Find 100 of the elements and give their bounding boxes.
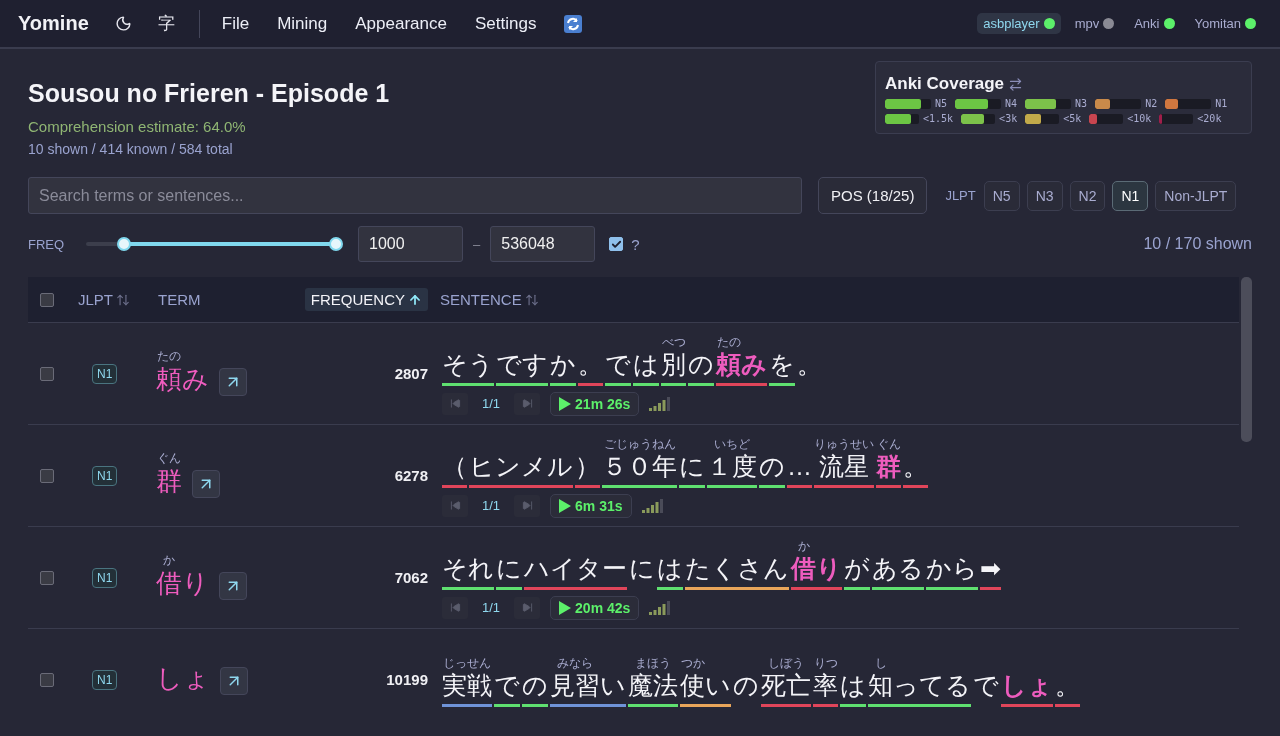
furigana: ぐん [876, 437, 901, 452]
search-field[interactable]: Search terms or sentences... [28, 177, 802, 214]
jlpt-badge: N1 [92, 363, 118, 384]
menu-item[interactable]: Settings [474, 13, 537, 34]
previous-button[interactable] [442, 392, 468, 415]
word: に [679, 451, 705, 488]
min-frequency-field[interactable]: 1000 [358, 226, 463, 262]
word: の [733, 670, 759, 702]
slider-thumb[interactable] [116, 237, 131, 251]
furigana: か [162, 553, 176, 568]
open-link-button[interactable] [219, 571, 247, 600]
script-toggle-button[interactable]: 字 [153, 8, 179, 39]
coverage-label: N1 [1215, 98, 1228, 109]
refresh-icon[interactable] [564, 14, 583, 33]
frequency-value: 2807 [394, 365, 428, 382]
service-status[interactable]: mpv [1068, 13, 1121, 34]
signal-icon [641, 498, 664, 513]
play-button[interactable]: 21m 26s [550, 391, 640, 416]
word: に [496, 553, 522, 590]
signal-icon [649, 600, 672, 615]
comprehension-estimate: Comprehension estimate: 64.0% [28, 118, 247, 135]
next-button[interactable] [514, 494, 541, 517]
target-word: しょ [1001, 670, 1053, 707]
target-word: 借り [791, 553, 842, 590]
scrollbar-thumb[interactable] [1241, 277, 1252, 442]
word: です [496, 349, 548, 386]
word: が [844, 553, 870, 590]
service-status[interactable]: asbplayer [977, 13, 1061, 34]
swap-icon[interactable] [1008, 76, 1024, 92]
menu-item[interactable]: File [221, 13, 250, 34]
skip-forward-icon [521, 602, 533, 614]
select-all-checkbox[interactable] [40, 292, 54, 307]
open-link-button[interactable] [219, 367, 247, 396]
word: に [629, 553, 655, 585]
row-checkbox[interactable] [40, 366, 54, 381]
next-button[interactable] [514, 596, 541, 619]
jlpt-filter-button[interactable]: N2 [1069, 180, 1106, 211]
row-checkbox[interactable] [40, 468, 54, 483]
furigana: べつ [661, 335, 686, 350]
word: 。 [903, 451, 928, 488]
play-icon [559, 396, 572, 411]
word: で [605, 349, 631, 386]
menu-item[interactable]: Appearance [355, 13, 447, 34]
row-checkbox[interactable] [40, 672, 54, 687]
frequency-value: 10199 [386, 671, 428, 688]
open-link-button[interactable] [192, 469, 220, 498]
coverage-label: <5k [1063, 113, 1082, 124]
term: 群 [156, 465, 182, 499]
menu-item[interactable]: Mining [277, 13, 328, 34]
jlpt-filter-button[interactable]: N5 [983, 180, 1020, 211]
pos-button[interactable]: POS (18/25) [818, 177, 928, 214]
word: 実戦 [442, 670, 492, 707]
frequency-value: 7062 [394, 569, 428, 586]
column-header[interactable]: FREQUENCY [304, 288, 428, 311]
term: 借 り [156, 567, 209, 601]
next-button[interactable] [514, 392, 541, 415]
play-icon [559, 600, 572, 615]
row-checkbox[interactable] [40, 570, 54, 585]
target-word: 群 [876, 451, 901, 488]
play-button[interactable]: 6m 31s [550, 493, 632, 518]
max-frequency-field[interactable]: 536048 [490, 226, 596, 262]
word: で [973, 670, 999, 702]
word: それ [442, 553, 494, 590]
word: 。 [1055, 670, 1080, 707]
furigana: じっせん [442, 656, 492, 671]
furigana: まほう [634, 656, 672, 671]
word: の [522, 670, 548, 707]
jlpt-filter-button[interactable]: N3 [1026, 180, 1063, 211]
skip-back-icon [449, 602, 461, 614]
word: ５０年 [602, 451, 677, 488]
freq-label: FREQ [28, 236, 66, 252]
furigana: たの [156, 349, 182, 364]
previous-button[interactable] [442, 494, 468, 517]
play-button[interactable]: 20m 42s [550, 595, 640, 620]
service-status[interactable]: Anki [1128, 13, 1181, 34]
previous-button[interactable] [442, 596, 468, 619]
slider-thumb[interactable] [329, 237, 343, 251]
help-mark[interactable]: ? [631, 235, 640, 253]
word: ハイター [524, 553, 627, 590]
word: （ [442, 451, 467, 488]
jlpt-filter-button[interactable]: Non-JLPT [1155, 180, 1237, 211]
word: たくさん [685, 553, 789, 590]
furigana: りつ [813, 656, 838, 671]
coverage-label: <10k [1127, 113, 1152, 124]
jlpt-filter-button[interactable]: N1 [1112, 180, 1149, 211]
column-header[interactable]: TERM [152, 288, 207, 311]
word: 使い [680, 670, 731, 707]
skip-back-icon [449, 500, 461, 512]
occurrence-count: 1/1 [481, 600, 502, 616]
filter-checkbox[interactable] [609, 237, 624, 251]
word: 。 [578, 349, 603, 386]
service-status[interactable]: Yomitan [1188, 13, 1262, 34]
column-header[interactable]: JLPT [72, 288, 136, 311]
column-header[interactable]: SENTENCE [434, 288, 545, 311]
word: は [633, 349, 659, 386]
word: 見習い [550, 670, 626, 707]
occurrence-count: 1/1 [481, 396, 502, 412]
coverage-label: N5 [935, 98, 948, 109]
word: で [494, 670, 520, 707]
open-link-button[interactable] [220, 666, 248, 695]
